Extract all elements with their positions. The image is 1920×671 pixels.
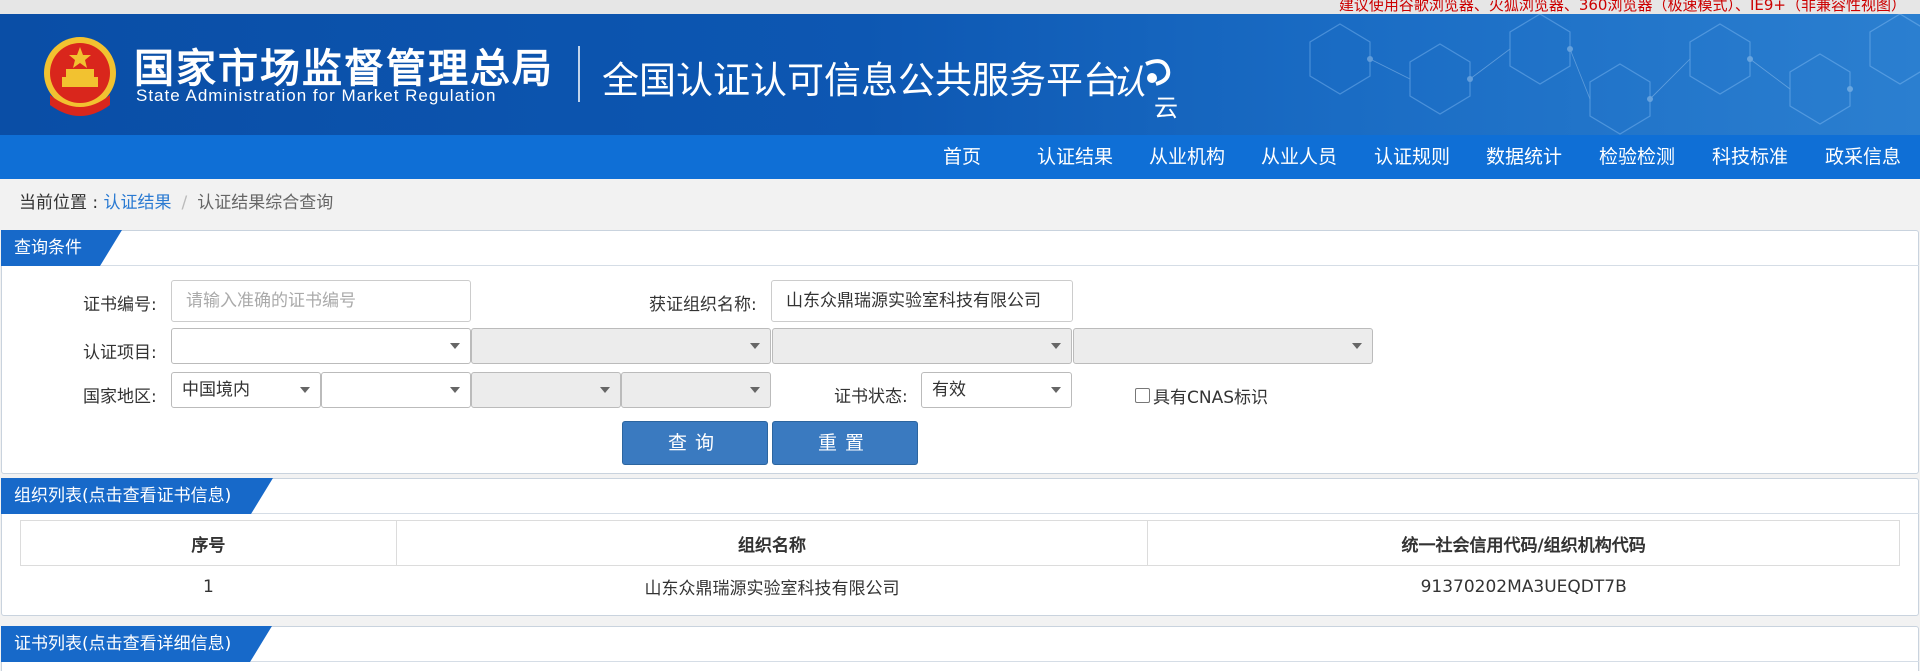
title-separator: [578, 46, 580, 102]
breadcrumb-prefix: 当前位置 :: [19, 193, 104, 213]
cert-status-value: 有效: [932, 380, 966, 400]
cnas-checkbox-label: 具有CNAS标识: [1153, 388, 1269, 408]
cnas-checkbox[interactable]: [1135, 388, 1150, 403]
region-select-district[interactable]: [621, 372, 771, 408]
region-select-country[interactable]: 中国境内: [171, 372, 321, 408]
org-table-col-name: 组织名称: [395, 520, 1149, 566]
org-table-col-index: 序号: [20, 520, 397, 566]
nav-item-statistics[interactable]: 数据统计: [1486, 135, 1562, 179]
region-select-province[interactable]: [321, 372, 471, 408]
cert-project-select-3[interactable]: [772, 328, 1072, 364]
nav-item-cert-results[interactable]: 认证结果: [1037, 135, 1113, 179]
cnas-checkbox-wrap[interactable]: 具有CNAS标识: [1135, 383, 1268, 408]
cert-project-select-4[interactable]: [1073, 328, 1373, 364]
renyun-logo: 认 云: [1112, 59, 1178, 120]
org-list-panel-title: 组织列表(点击查看证书信息): [1, 478, 273, 514]
org-table-col-code: 统一社会信用代码/组织机构代码: [1147, 520, 1900, 566]
org-list-panel-header: 组织列表(点击查看证书信息): [1, 478, 1919, 514]
org-row-name[interactable]: 山东众鼎瑞源实验室科技有限公司: [396, 566, 1148, 608]
chevron-down-icon: [750, 387, 760, 393]
cert-list-panel-title: 证书列表(点击查看详细信息): [1, 626, 272, 662]
cert-project-select-1[interactable]: [171, 328, 471, 364]
nav-item-tech-standards[interactable]: 科技标准: [1712, 135, 1788, 179]
chevron-down-icon: [1051, 343, 1061, 349]
search-button[interactable]: 查询: [622, 421, 768, 465]
nav-item-home[interactable]: 首页: [943, 135, 981, 179]
cert-no-input[interactable]: 请输入准确的证书编号: [171, 280, 471, 322]
org-table: 序号 组织名称 统一社会信用代码/组织机构代码 1 山东众鼎瑞源实验室科技有限公…: [20, 520, 1900, 608]
chevron-down-icon: [300, 387, 310, 393]
region-select-value: 中国境内: [182, 380, 250, 400]
query-panel-title: 查询条件: [1, 230, 122, 266]
org-name-label: 获证组织名称:: [649, 295, 757, 315]
org-row-index: 1: [202, 576, 214, 597]
org-row-code: 91370202MA3UEQDT7B: [1420, 576, 1627, 597]
query-panel-header: 查询条件: [1, 230, 1919, 266]
chevron-down-icon: [1051, 387, 1061, 393]
cert-status-label: 证书状态:: [834, 387, 908, 407]
chevron-down-icon: [450, 343, 460, 349]
browser-tip: 建议使用谷歌浏览器、火狐浏览器、360浏览器（极速模式）、IE9+（非兼容性视图…: [1338, 0, 1906, 14]
chevron-down-icon: [750, 343, 760, 349]
region-label: 国家地区:: [83, 387, 157, 407]
platform-title: 全国认证认可信息公共服务平台: [602, 59, 1120, 102]
breadcrumb-current: 认证结果综合查询: [197, 193, 334, 213]
national-emblem-icon: [44, 37, 116, 116]
region-select-city[interactable]: [471, 372, 621, 408]
cert-project-label: 认证项目:: [83, 343, 157, 363]
cert-no-label: 证书编号:: [83, 295, 157, 315]
cert-list-panel: 证书列表(点击查看详细信息): [1, 626, 1919, 671]
reset-button[interactable]: 重置: [772, 421, 918, 465]
cert-project-select-2[interactable]: [471, 328, 771, 364]
main-nav: 首页 认证结果 从业机构 从业人员 认证规则 数据统计 检验检测 科技标准 政采…: [0, 135, 1920, 179]
nav-item-cert-rules[interactable]: 认证规则: [1374, 135, 1450, 179]
table-row[interactable]: 1 山东众鼎瑞源实验室科技有限公司 91370202MA3UEQDT7B: [21, 566, 1900, 608]
chevron-down-icon: [600, 387, 610, 393]
org-table-header-row: 序号 组织名称 统一社会信用代码/组织机构代码: [20, 520, 1900, 566]
breadcrumb: 当前位置 : 认证结果 / 认证结果综合查询: [19, 188, 333, 213]
nav-item-procurement[interactable]: 政采信息: [1825, 135, 1901, 179]
top-strip: 建议使用谷歌浏览器、火狐浏览器、360浏览器（极速模式）、IE9+（非兼容性视图…: [0, 0, 1920, 14]
breadcrumb-link-cert-results[interactable]: 认证结果: [104, 193, 172, 213]
site-header: 国家市场监督管理总局 State Administration for Mark…: [0, 14, 1920, 135]
nav-item-practitioners[interactable]: 从业人员: [1261, 135, 1337, 179]
breadcrumb-separator: /: [181, 193, 188, 213]
nav-item-institutions[interactable]: 从业机构: [1149, 135, 1225, 179]
org-name-en: State Administration for Market Regulati…: [136, 86, 497, 105]
chevron-down-icon: [1352, 343, 1362, 349]
chevron-down-icon: [450, 387, 460, 393]
cert-list-panel-header: 证书列表(点击查看详细信息): [1, 626, 1919, 662]
logo-char-yun: 云: [1154, 94, 1178, 120]
org-name-input[interactable]: 山东众鼎瑞源实验室科技有限公司: [771, 280, 1073, 322]
cert-status-select[interactable]: 有效: [921, 372, 1072, 408]
logo-char-ren: 认: [1112, 63, 1146, 103]
nav-item-inspection[interactable]: 检验检测: [1599, 135, 1675, 179]
hex-pattern-decoration: [1309, 14, 1920, 135]
